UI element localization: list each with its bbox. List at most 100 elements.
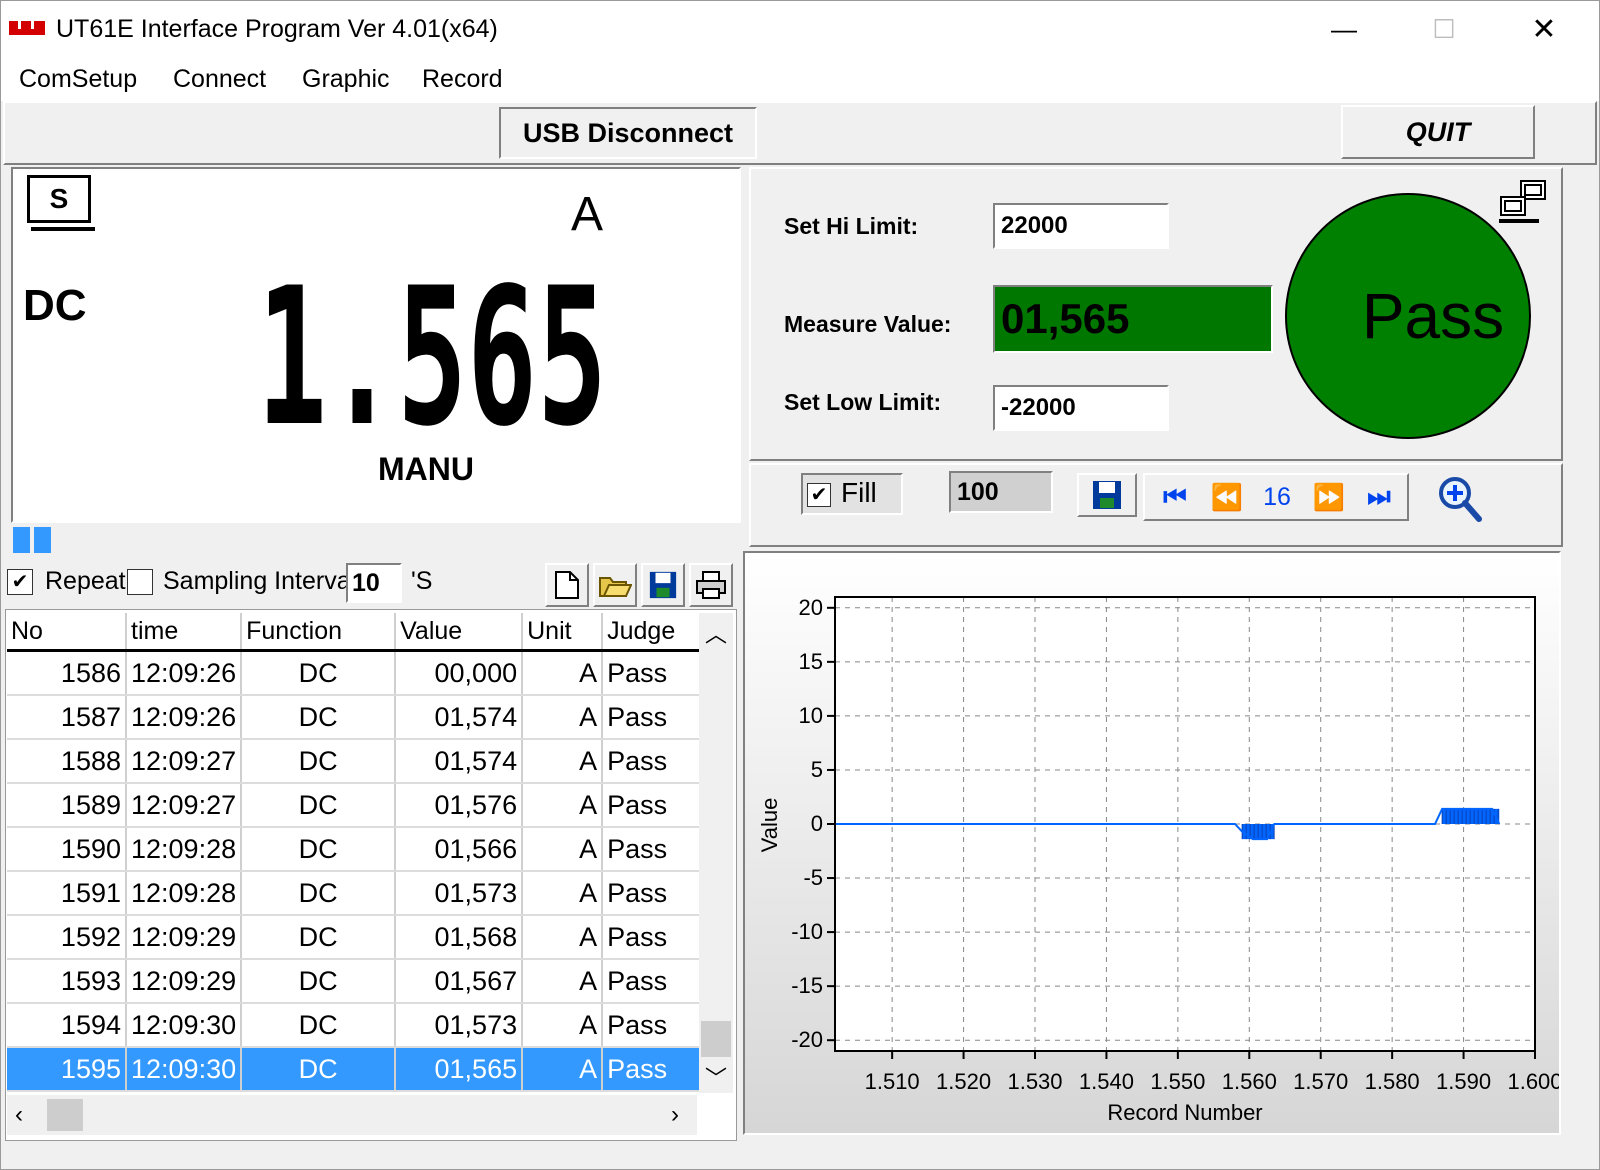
quit-button[interactable]: QUIT: [1341, 105, 1535, 159]
cell-unit: A: [522, 783, 604, 828]
zoom-in-icon[interactable]: [1435, 475, 1485, 523]
table-row[interactable]: 1587 12:09:26 DC 01,574 A Pass: [7, 695, 706, 740]
y-tick-label: 0: [811, 811, 823, 836]
cell-no: 1595: [7, 1047, 127, 1092]
menu-connect[interactable]: Connect: [173, 65, 266, 94]
new-file-icon: [555, 571, 579, 599]
table-row[interactable]: 1591 12:09:28 DC 01,573 A Pass: [7, 871, 706, 916]
cell-value: 01,573: [395, 1003, 524, 1048]
scroll-down-icon[interactable]: ﹀: [699, 1061, 733, 1091]
cell-time: 12:09:27: [126, 739, 243, 784]
scroll-right-icon[interactable]: ›: [671, 1101, 679, 1129]
last-page-icon[interactable]: ⏭: [1355, 481, 1403, 513]
menu-graphic[interactable]: Graphic: [302, 65, 390, 94]
cell-no: 1586: [7, 650, 127, 696]
scroll-up-icon[interactable]: ︿: [699, 617, 733, 647]
monitor-s-icon: S: [27, 175, 91, 223]
table-row[interactable]: 1586 12:09:26 DC 00,000 A Pass: [7, 650, 706, 696]
repeat-checkbox[interactable]: ✔: [7, 569, 33, 595]
cell-unit: A: [522, 871, 604, 916]
windows-icon[interactable]: [1497, 179, 1549, 229]
fill-checkbox[interactable]: ✔: [807, 483, 831, 507]
x-tick-label: 1.550: [1150, 1069, 1205, 1094]
scroll-left-icon[interactable]: ‹: [15, 1101, 23, 1129]
cell-time: 12:09:28: [126, 827, 243, 872]
header-unit[interactable]: Unit: [522, 613, 604, 652]
menu-record[interactable]: Record: [422, 65, 503, 94]
seven-segment-display: 1.565: [257, 267, 607, 431]
title-bar: UT61E Interface Program Ver 4.01(x64) — …: [1, 1, 1599, 57]
y-tick-label: -15: [791, 973, 823, 998]
horizontal-scroll-thumb[interactable]: [47, 1099, 83, 1131]
cell-unit: A: [522, 695, 604, 740]
header-value[interactable]: Value: [395, 613, 524, 652]
new-file-button[interactable]: [545, 563, 589, 607]
cell-value: 01,574: [395, 695, 524, 740]
table-row[interactable]: 1589 12:09:27 DC 01,576 A Pass: [7, 783, 706, 828]
y-tick-label: -20: [791, 1027, 823, 1052]
cell-time: 12:09:29: [126, 959, 243, 1004]
cell-no: 1589: [7, 783, 127, 828]
table-vertical-scrollbar[interactable]: ︿ ﹀: [699, 613, 733, 1093]
x-tick-label: 1.510: [865, 1069, 920, 1094]
header-no[interactable]: No: [7, 613, 127, 652]
cell-value: 01,574: [395, 739, 524, 784]
cell-value: 01,568: [395, 915, 524, 960]
cell-time: 12:09:30: [126, 1047, 243, 1092]
progress-indicator: [13, 527, 53, 553]
header-judge[interactable]: Judge: [602, 613, 706, 652]
meter-unit: A: [571, 188, 604, 241]
save-file-button[interactable]: [641, 563, 685, 607]
next-page-icon[interactable]: ⏩: [1305, 481, 1353, 513]
chart-panel: 20 15 10 5 0 -5 -10 -15 -20 1.510 1.520 1.530 1.540…: [743, 551, 1561, 1135]
hi-limit-label: Set Hi Limit:: [784, 213, 919, 239]
y-tick-label: 20: [799, 595, 823, 620]
usb-disconnect-button[interactable]: USB Disconnect: [499, 107, 757, 159]
table-row[interactable]: 1593 12:09:29 DC 01,567 A Pass: [7, 959, 706, 1004]
maximize-button[interactable]: ☐: [1394, 1, 1494, 57]
print-button[interactable]: [689, 563, 733, 607]
pass-indicator: Pass: [1285, 193, 1531, 439]
cell-time: 12:09:28: [126, 871, 243, 916]
s-badge-text: S: [49, 183, 69, 214]
table-horizontal-scrollbar[interactable]: ‹ ›: [7, 1095, 697, 1135]
cell-no: 1591: [7, 871, 127, 916]
cell-judge: Pass: [602, 650, 706, 696]
pass-text: Pass: [1361, 280, 1505, 352]
save-graph-button[interactable]: [1077, 473, 1137, 517]
table-row[interactable]: 1590 12:09:28 DC 01,566 A Pass: [7, 827, 706, 872]
header-time[interactable]: time: [126, 613, 243, 652]
points-input[interactable]: 100: [949, 471, 1053, 513]
table-row[interactable]: 1592 12:09:29 DC 01,568 A Pass: [7, 915, 706, 960]
save-icon: [649, 571, 677, 599]
menu-comsetup[interactable]: ComSetup: [19, 65, 137, 94]
cell-unit: A: [522, 650, 604, 696]
sampling-interval-checkbox[interactable]: [127, 569, 153, 595]
open-folder-icon: [599, 577, 632, 597]
repeat-label: Repeat: [45, 567, 126, 595]
open-file-button[interactable]: [593, 563, 637, 607]
table-row[interactable]: 1588 12:09:27 DC 01,574 A Pass: [7, 739, 706, 784]
prev-page-icon[interactable]: ⏪: [1203, 481, 1251, 513]
table-row[interactable]: 1595 12:09:30 DC 01,565 A Pass: [7, 1047, 706, 1092]
table-row[interactable]: 1594 12:09:30 DC 01,573 A Pass: [7, 1003, 706, 1048]
hi-limit-input[interactable]: 22000: [993, 203, 1169, 249]
meter-display: S DC A 1.565 MANU: [11, 167, 741, 523]
cell-value: 01,573: [395, 871, 524, 916]
vertical-scroll-thumb[interactable]: [701, 1021, 731, 1057]
x-tick-label: 1.590: [1436, 1069, 1491, 1094]
x-tick-label: 1.600: [1507, 1069, 1559, 1094]
cell-unit: A: [522, 1047, 604, 1092]
low-limit-input[interactable]: -22000: [993, 385, 1169, 431]
cell-unit: A: [522, 959, 604, 1004]
first-page-icon[interactable]: ⏮: [1151, 481, 1199, 513]
cell-judge: Pass: [602, 959, 706, 1004]
meter-reading: 1.565: [257, 267, 607, 431]
sampling-interval-input[interactable]: 10: [346, 563, 402, 603]
cell-value: 01,576: [395, 783, 524, 828]
y-tick-label: -5: [803, 865, 823, 890]
minimize-button[interactable]: —: [1294, 1, 1394, 57]
close-button[interactable]: ✕: [1494, 1, 1594, 57]
header-function[interactable]: Function: [241, 613, 397, 652]
sampling-interval-label: Sampling Interval: [163, 567, 357, 595]
